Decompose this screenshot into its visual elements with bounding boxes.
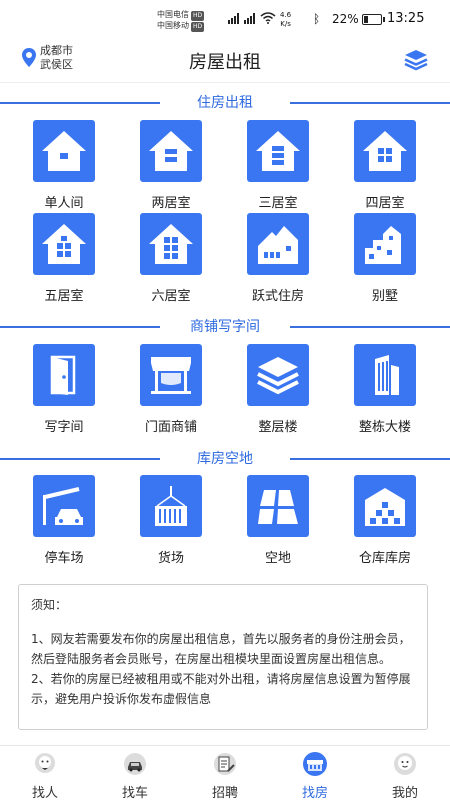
section-title: 库房空地 [197,451,253,467]
signal-icon [228,13,239,24]
tile-three-room[interactable]: 三居室 [230,120,326,211]
car-tab-icon [124,753,146,775]
section-header-commercial: 商铺写字间 [0,316,450,336]
tile-villa[interactable]: 别墅 [337,213,433,304]
tab-find-people[interactable]: 找人 [0,746,90,801]
tile-duplex[interactable]: 跃式住房 [230,213,326,304]
notice-paragraph-1: 1、网友若需要发布你的房屋出租信息，首先以服务者的身份注册会员，然后登陆服务者会… [31,632,411,666]
section-header-residential: 住房出租 [0,92,450,112]
house-5-icon [42,224,86,264]
tab-profile[interactable]: 我的 [360,746,450,801]
signal-icon [244,13,255,24]
tile-whole-building[interactable]: 整栋大楼 [337,344,433,435]
house-6-icon [149,224,193,264]
person-tab-icon [35,753,55,773]
layers-menu-button[interactable] [402,46,430,74]
house-tab-icon [303,752,327,776]
hd-badge: HD [191,22,205,32]
vacant-lot-icon [258,490,298,524]
section-header-warehouse: 库房空地 [0,448,450,468]
network-speed: 4.6 K/s [280,11,292,28]
house-1-icon [42,131,86,171]
tile-six-room[interactable]: 六居室 [123,213,219,304]
tile-four-room[interactable]: 四居室 [337,120,433,211]
tile-single-room[interactable]: 单人间 [16,120,112,211]
carrier-1: 中国电信 [157,10,189,19]
wifi-icon [260,12,276,24]
bottom-tab-bar: 找人 找车 招聘 找房 我的 [0,745,450,801]
house-4-icon [363,131,407,171]
parking-icon [43,487,83,525]
tab-find-house[interactable]: 找房 [270,746,360,801]
battery-percent: 22% [332,12,359,26]
page-title: 房屋出租 [189,52,261,73]
villa-icon [365,226,401,264]
notice-box: 须知： 1、网友若需要发布你的房屋出租信息，首先以服务者的身份注册会员，然后登陆… [18,584,428,730]
status-bar: 中国电信 HD 中国移动 HD 4.6 K/s ᛒ 22% 13:25 [0,0,450,38]
duplex-icon [258,226,298,264]
carrier-2: 中国移动 [157,21,189,30]
header: 成都市 武侯区 房屋出租 [0,38,450,83]
storefront-icon [151,357,191,394]
profile-tab-icon [394,753,416,775]
tab-find-car[interactable]: 找车 [90,746,180,801]
cargo-container-icon [155,486,187,526]
tile-office[interactable]: 写字间 [16,344,112,435]
office-door-icon [50,355,76,395]
notice-title: 须知： [31,598,68,612]
section-title: 住房出租 [197,95,253,111]
tile-storefront[interactable]: 门面商铺 [123,344,219,435]
layers-icon [257,357,299,395]
tile-cargo-yard[interactable]: 货场 [123,475,219,566]
tile-warehouse[interactable]: 仓库库房 [337,475,433,566]
house-2-icon [149,131,193,171]
tile-two-room[interactable]: 两居室 [123,120,219,211]
carrier-info: 中国电信 HD 中国移动 HD [157,10,205,32]
tab-recruit[interactable]: 招聘 [180,746,270,801]
clock: 13:25 [387,11,425,26]
section-title: 商铺写字间 [190,319,260,335]
building-icon [375,355,399,395]
tile-whole-floor[interactable]: 整层楼 [230,344,326,435]
tile-parking[interactable]: 停车场 [16,475,112,566]
recruit-tab-icon [214,753,236,775]
bluetooth-icon: ᛒ [313,12,321,26]
warehouse-icon [365,488,405,526]
house-3-icon [256,131,300,171]
notice-paragraph-2: 2、若你的房屋已经被租用或不能对外出租，请将房屋信息设置为暂停展示，避免用户投诉… [31,672,411,706]
tile-vacant-lot[interactable]: 空地 [230,475,326,566]
tile-five-room[interactable]: 五居室 [16,213,112,304]
battery-icon [362,14,385,25]
hd-badge: HD [191,11,205,21]
